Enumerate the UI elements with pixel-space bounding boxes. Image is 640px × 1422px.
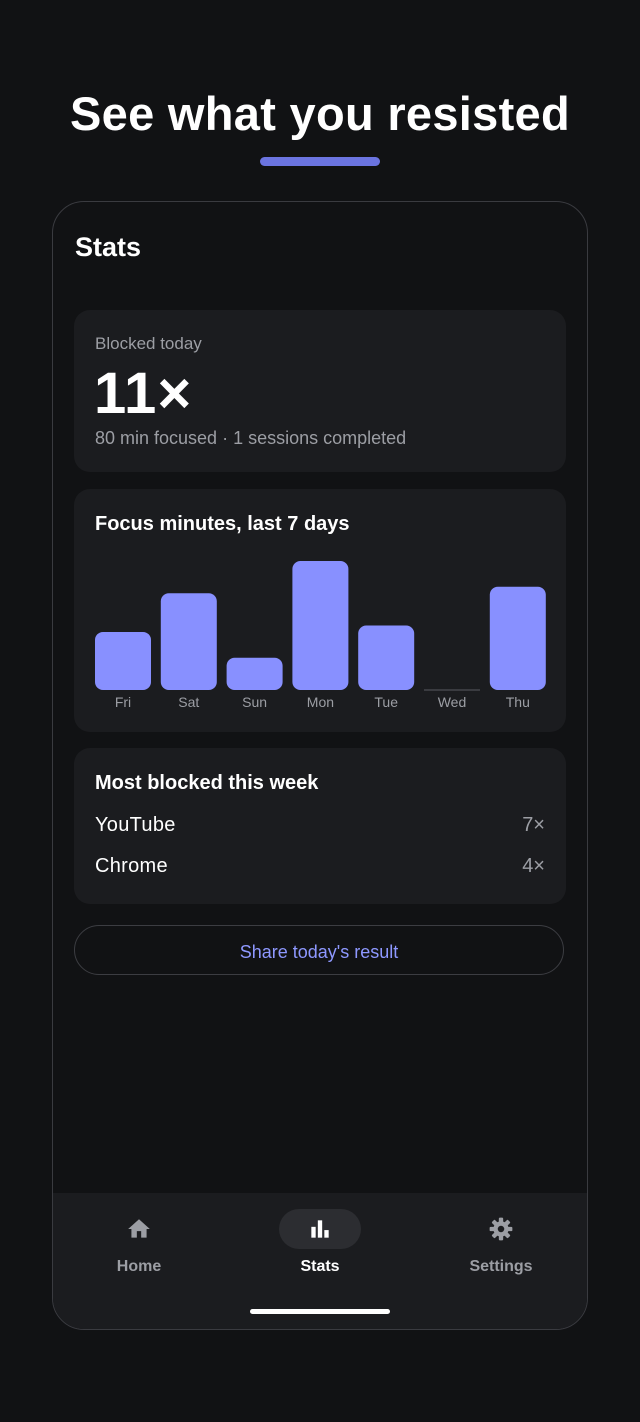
nav-label-stats: Stats <box>300 1258 340 1275</box>
chart-bar-wed <box>424 689 480 691</box>
blocked-today-count: 11× <box>94 361 193 426</box>
chart-tick-label: Fri <box>115 694 131 710</box>
blocked-today-subtitle: 80 min focused · 1 sessions completed <box>95 428 407 448</box>
chart-bar-thu <box>489 586 546 690</box>
phone-frame: Stats Blocked today 11× 80 min focused ·… <box>52 201 588 1330</box>
nav-active-indicator <box>279 1209 361 1249</box>
home-icon <box>128 1219 150 1238</box>
nav-item-home[interactable]: Home <box>79 1207 199 1279</box>
hero-title: See what you resisted <box>70 87 570 140</box>
app-name: Chrome <box>95 855 168 877</box>
chart-tick-label: Tue <box>374 694 398 710</box>
hero-underline <box>260 157 380 166</box>
share-button[interactable]: Share today's result <box>74 925 564 975</box>
app-block-count: 7× <box>522 814 545 836</box>
bar-chart-icon <box>311 1220 329 1238</box>
chart-bar-sun <box>226 657 283 690</box>
nav-label-settings: Settings <box>469 1258 533 1275</box>
chart-tick-label: Thu <box>506 694 530 710</box>
nav-item-settings[interactable]: Settings <box>441 1207 561 1279</box>
chart-bar-sat <box>160 593 217 690</box>
most-blocked-card: Most blocked this week YouTube 7× Chrome… <box>74 748 566 904</box>
focus-chart: Fri Sat Sun Mon Tue Wed Thu <box>95 561 546 710</box>
chart-bar-fri <box>95 631 151 690</box>
focus-chart-card: Focus minutes, last 7 days Fri Sat Sun Mon T… <box>74 489 566 732</box>
app-name: YouTube <box>95 814 176 836</box>
chart-tick-label: Mon <box>307 694 334 710</box>
most-blocked-title: Most blocked this week <box>95 772 319 794</box>
list-item: Chrome 4× <box>95 855 545 881</box>
page-title: Stats <box>75 232 142 262</box>
app-block-count: 4× <box>522 855 545 877</box>
chart-bar-mon <box>292 561 349 690</box>
chart-tick-label: Sun <box>242 694 267 710</box>
home-indicator[interactable] <box>250 1309 390 1314</box>
gear-icon <box>489 1217 513 1241</box>
chart-tick-label: Wed <box>438 694 467 710</box>
chart-bar-tue <box>358 625 415 690</box>
blocked-today-label: Blocked today <box>95 334 202 353</box>
nav-item-stats[interactable]: Stats <box>260 1207 380 1279</box>
nav-label-home: Home <box>116 1258 162 1275</box>
chart-tick-label: Sat <box>178 694 199 710</box>
blocked-today-card: Blocked today 11× 80 min focused · 1 ses… <box>74 310 566 472</box>
list-item: YouTube 7× <box>95 814 545 840</box>
